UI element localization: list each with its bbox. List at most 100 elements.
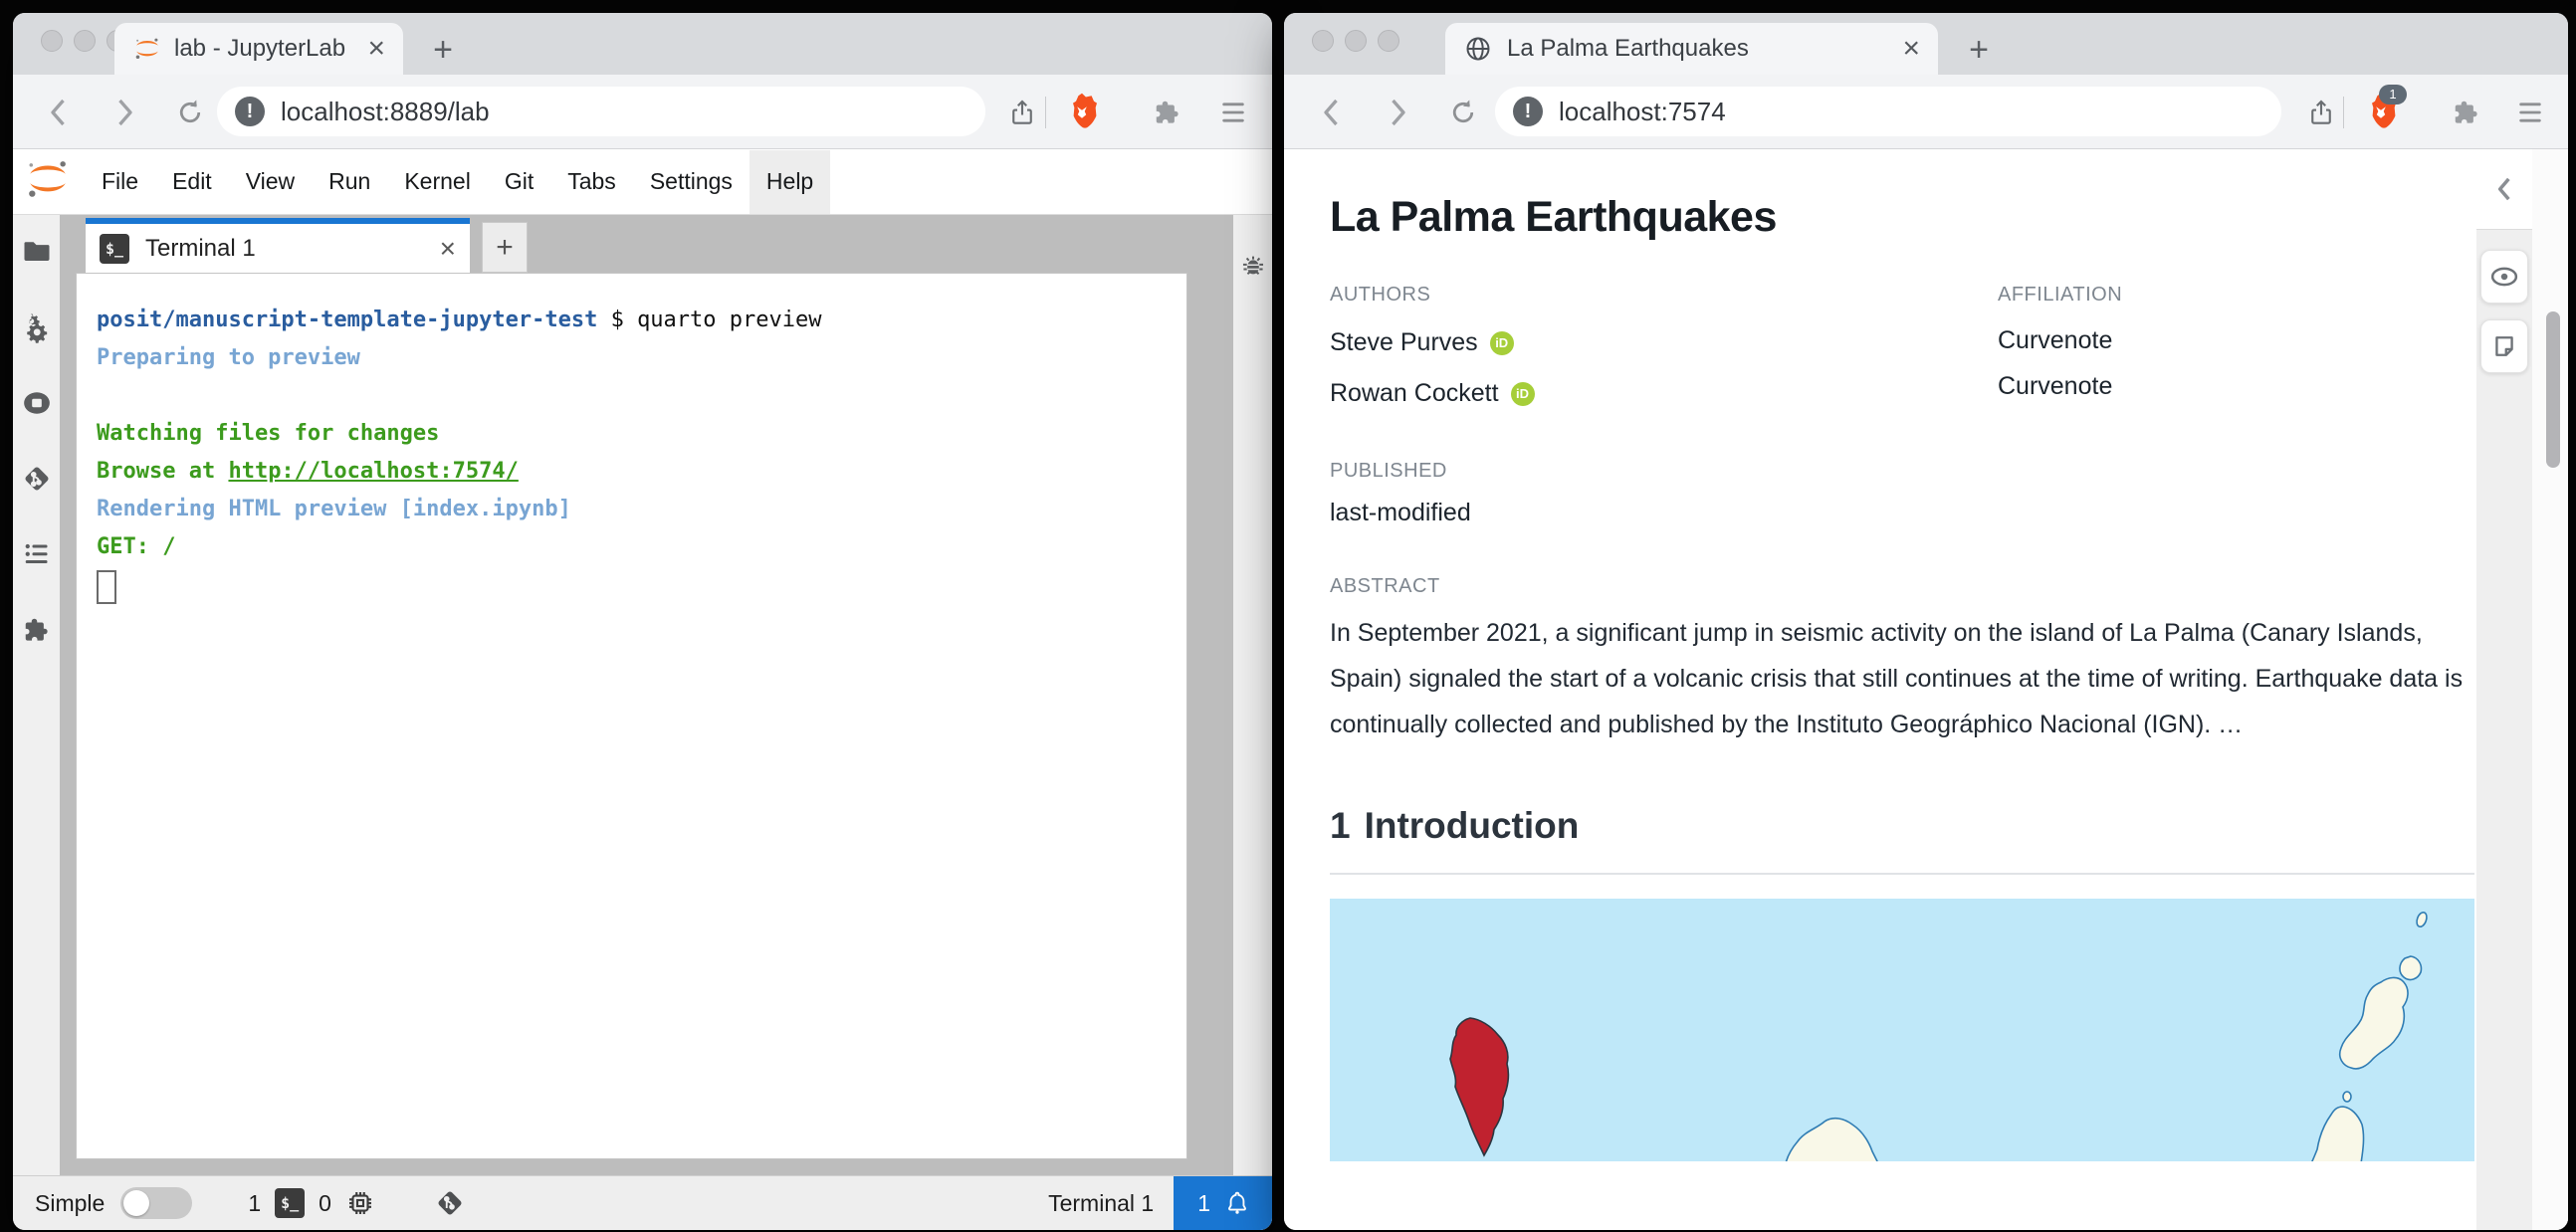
terminal-text: Browse at [97, 459, 229, 484]
close-tab-icon[interactable]: × [1902, 34, 1920, 64]
right-tab-strip: La Palma Earthquakes × + [1284, 13, 2568, 75]
new-tab-button[interactable]: + [1957, 31, 2001, 69]
zoom-window-button[interactable] [1378, 30, 1399, 52]
close-window-button[interactable] [1312, 30, 1334, 52]
menu-run[interactable]: Run [312, 150, 387, 214]
menu-file[interactable]: File [85, 150, 155, 214]
extension-manager-icon[interactable] [22, 615, 52, 645]
running-kernels-icon[interactable] [22, 388, 52, 418]
article-content: La Palma Earthquakes AUTHORS Steve Purve… [1330, 149, 2474, 1161]
comments-note-button[interactable] [2480, 319, 2528, 373]
share-icon[interactable] [1000, 91, 1044, 134]
right-browser-toolbar: ! localhost:7574 1 [1284, 75, 2568, 149]
file-browser-icon[interactable] [22, 237, 52, 267]
dock-new-tab-button[interactable]: + [482, 222, 528, 273]
menu-tabs[interactable]: Tabs [550, 150, 633, 214]
menu-git[interactable]: Git [488, 150, 550, 214]
back-button[interactable] [1312, 93, 1352, 132]
author-name: Steve Purves [1330, 328, 1478, 356]
close-tab-icon[interactable]: × [367, 34, 385, 64]
new-tab-button[interactable]: + [421, 31, 465, 69]
notification-count: 1 [1197, 1189, 1210, 1216]
menu-kernel[interactable]: Kernel [387, 150, 487, 214]
address-bar[interactable]: ! localhost:7574 [1495, 87, 2281, 136]
close-window-button[interactable] [41, 30, 63, 52]
canary-islands-map [1330, 899, 2474, 1161]
back-button[interactable] [39, 93, 79, 132]
url-text: localhost:8889/lab [281, 96, 490, 126]
table-of-contents-icon[interactable] [22, 539, 52, 569]
terminal-text: GET: / [97, 534, 176, 559]
share-icon[interactable] [2299, 91, 2343, 134]
traffic-lights[interactable] [1312, 30, 1399, 52]
abstract-text: In September 2021, a significant jump in… [1330, 619, 2464, 738]
property-inspector-gears-icon[interactable] [22, 312, 52, 343]
frontmatter-block: AUTHORS Steve Purves iD Rowan Cockett iD… [1330, 284, 2474, 408]
jupyterlab-status-bar: Simple 1 $_ 0 Terminal 1 1 [13, 1175, 1272, 1230]
jupyterlab-main-area: $_ Terminal 1 × + posit/manuscript-templ… [13, 215, 1272, 1175]
reload-button[interactable] [170, 93, 210, 132]
minimize-window-button[interactable] [1345, 30, 1367, 52]
extensions-puzzle-icon[interactable] [2445, 91, 2488, 134]
jupyterlab-menu-bar: File Edit View Run Kernel Git Tabs Setti… [13, 149, 1272, 215]
browser-tab-jupyterlab[interactable]: lab - JupyterLab × [114, 23, 403, 75]
islet [2399, 955, 2423, 981]
site-info-icon[interactable]: ! [235, 97, 265, 126]
menu-edit[interactable]: Edit [155, 150, 229, 214]
terminal-status-icon: $_ [275, 1188, 306, 1218]
authors-label: AUTHORS [1330, 284, 1431, 306]
terminal-text: Preparing to preview [97, 345, 360, 370]
page-scrollbar-track[interactable] [2532, 149, 2568, 1230]
terminal-link[interactable]: http://localhost:7574/ [228, 459, 518, 484]
page-scrollbar-thumb[interactable] [2546, 311, 2560, 468]
forward-button[interactable] [105, 93, 144, 132]
jupyterlab-left-sidebar [13, 215, 60, 1175]
git-status-icon[interactable] [435, 1188, 465, 1218]
sessions-status[interactable]: 1 $_ 0 [248, 1188, 375, 1218]
debugger-bug-icon[interactable] [1238, 251, 1268, 281]
author-name: Rowan Cockett [1330, 379, 1499, 407]
terminal-dock-tab[interactable]: $_ Terminal 1 × [86, 218, 470, 273]
notification-button[interactable]: 1 [1174, 1175, 1272, 1230]
active-item-label[interactable]: Terminal 1 [1048, 1190, 1154, 1217]
menu-settings[interactable]: Settings [633, 150, 750, 214]
extensions-puzzle-icon[interactable] [1146, 91, 1189, 134]
left-tab-strip: lab - JupyterLab × + [13, 13, 1272, 75]
reload-button[interactable] [1443, 93, 1483, 132]
jupyterlab-browser-window: lab - JupyterLab × + ! localhost:8889/la… [13, 13, 1272, 1230]
terminal-line: Browse at http://localhost:7574/ [97, 453, 1186, 491]
simple-mode-label: Simple [35, 1189, 106, 1216]
terminal-line: Rendering HTML preview [index.ipynb] [97, 491, 1186, 528]
menu-help[interactable]: Help [749, 149, 831, 214]
address-bar[interactable]: ! localhost:8889/lab [217, 87, 985, 136]
git-sidebar-icon[interactable] [22, 464, 52, 494]
islet [2342, 1091, 2352, 1103]
terminal-line: posit/manuscript-template-jupyter-test $… [97, 302, 1186, 339]
visibility-button[interactable] [2480, 250, 2528, 304]
shield-badge-count: 1 [2379, 84, 2407, 104]
minimize-window-button[interactable] [74, 30, 96, 52]
forward-button[interactable] [1378, 93, 1417, 132]
browser-menu-icon[interactable] [1211, 91, 1255, 134]
browser-tab-lapalma[interactable]: La Palma Earthquakes × [1445, 23, 1938, 75]
terminal-panel[interactable]: posit/manuscript-template-jupyter-test $… [76, 273, 1187, 1159]
section-divider [1330, 873, 2474, 875]
dock-panel: $_ Terminal 1 × + posit/manuscript-templ… [60, 215, 1233, 1175]
collapse-panel-button[interactable] [2476, 149, 2532, 230]
simple-mode-toggle[interactable] [120, 1187, 193, 1219]
brave-shield-icon[interactable] [1060, 91, 1104, 134]
terminal-tab-close-icon[interactable]: × [440, 233, 456, 265]
preview-browser-window: La Palma Earthquakes × + ! localhost:757… [1284, 13, 2568, 1230]
menu-view[interactable]: View [229, 150, 312, 214]
site-info-icon[interactable]: ! [1513, 97, 1543, 126]
left-browser-toolbar: ! localhost:8889/lab [13, 75, 1272, 149]
terminal-output: posit/manuscript-template-jupyter-test $… [97, 302, 1186, 566]
jupyter-logo [25, 158, 71, 205]
url-text: localhost:7574 [1559, 96, 1726, 126]
jupyter-favicon [132, 34, 162, 64]
brave-shield-icon[interactable]: 1 [2359, 84, 2407, 134]
orcid-icon[interactable]: iD [1510, 381, 1535, 406]
browser-menu-icon[interactable] [2508, 91, 2552, 134]
orcid-icon[interactable]: iD [1489, 330, 1514, 355]
